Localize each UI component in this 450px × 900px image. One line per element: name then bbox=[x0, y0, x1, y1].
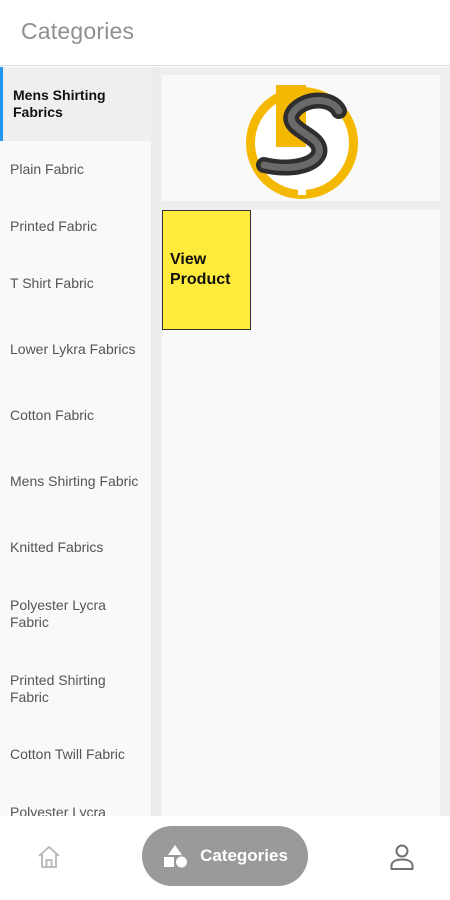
s-brand-logo-icon bbox=[246, 85, 358, 199]
sidebar-item-printed-shirting-fabric[interactable]: Printed Shirting Fabric bbox=[0, 651, 151, 726]
sidebar-item-printed-fabric[interactable]: Printed Fabric bbox=[0, 198, 151, 255]
home-icon[interactable] bbox=[36, 844, 62, 870]
profile-icon[interactable] bbox=[389, 843, 415, 871]
app-header: Categories bbox=[0, 0, 450, 66]
sidebar-item-t-shirt-fabric[interactable]: T Shirt Fabric bbox=[0, 255, 151, 312]
category-sidebar[interactable]: Mens Shirting Fabrics Plain Fabric Print… bbox=[0, 67, 151, 816]
page-title: Categories bbox=[21, 18, 135, 44]
sidebar-item-lower-lykra-fabrics[interactable]: Lower Lykra Fabrics bbox=[0, 312, 151, 387]
category-banner bbox=[162, 75, 440, 201]
sidebar-item-polyester-lycra-fabric[interactable]: Polyester Lycra Fabric bbox=[0, 576, 151, 651]
sidebar-item-mens-shirting-fabrics[interactable]: Mens Shirting Fabrics bbox=[0, 67, 151, 141]
view-product-button[interactable]: View Product bbox=[162, 210, 251, 330]
category-content: View Product bbox=[160, 67, 450, 816]
bottom-navigation: Categories bbox=[0, 816, 450, 900]
sidebar-item-plain-fabric[interactable]: Plain Fabric bbox=[0, 141, 151, 198]
sidebar-item-cotton-twill-fabric[interactable]: Cotton Twill Fabric bbox=[0, 726, 151, 783]
categories-shapes-icon bbox=[164, 845, 188, 868]
categories-tab[interactable]: Categories bbox=[142, 826, 308, 886]
sidebar-divider bbox=[151, 67, 160, 816]
product-area: View Product bbox=[162, 210, 440, 816]
categories-tab-label: Categories bbox=[200, 846, 288, 865]
sidebar-item-cotton-fabric[interactable]: Cotton Fabric bbox=[0, 387, 151, 444]
sidebar-item-knitted-fabrics[interactable]: Knitted Fabrics bbox=[0, 519, 151, 576]
sidebar-item-polyester-lycra[interactable]: Polyester Lycra bbox=[0, 783, 151, 816]
sidebar-item-mens-shirting-fabric[interactable]: Mens Shirting Fabric bbox=[0, 444, 151, 519]
